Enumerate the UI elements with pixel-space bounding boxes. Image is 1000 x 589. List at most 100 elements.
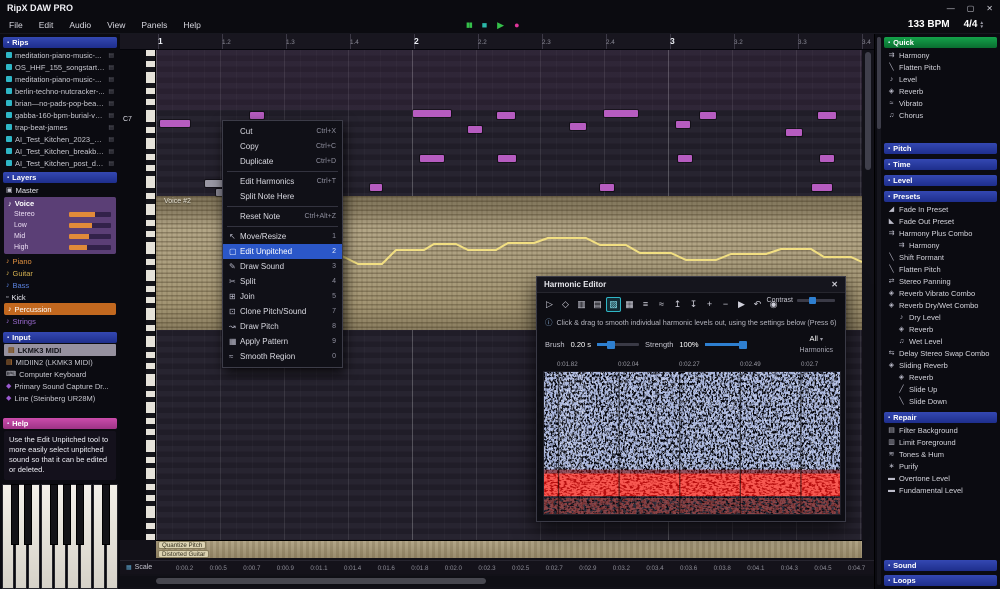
note-block[interactable] xyxy=(700,112,716,119)
repair-item[interactable]: ▬ Overtone Level xyxy=(883,472,998,484)
layer-master[interactable]: ▣ Master xyxy=(2,184,118,196)
harmonic-tool[interactable]: ▥ xyxy=(574,297,589,312)
spin-down-icon[interactable]: ▾ xyxy=(980,25,983,29)
level-slider[interactable] xyxy=(69,212,111,217)
note-block[interactable] xyxy=(413,110,451,117)
time-ruler[interactable]: ▦ Scale 0:00.20:00.50:00.70:00.90:01.10:… xyxy=(120,560,874,574)
note-block[interactable] xyxy=(604,110,638,117)
rip-menu-icon[interactable]: ▤ xyxy=(108,148,114,155)
menu-item[interactable]: Edit xyxy=(39,20,54,30)
harmonic-tool[interactable]: ▨ xyxy=(606,297,621,312)
brush-slider[interactable] xyxy=(597,343,639,346)
note-block[interactable] xyxy=(676,121,690,128)
harmonic-tool[interactable]: ≡ xyxy=(638,297,653,312)
note-block[interactable] xyxy=(812,184,832,191)
layer-item[interactable]: ♪ Percussion xyxy=(4,303,116,315)
pitch-section-header[interactable]: ▪ Pitch xyxy=(884,143,997,154)
note-block[interactable] xyxy=(820,155,834,162)
rip-menu-icon[interactable]: ▤ xyxy=(108,112,114,119)
minimize-button[interactable]: — xyxy=(947,4,955,13)
time-signature-spinner[interactable]: ▴ ▾ xyxy=(980,21,983,29)
preset-item[interactable]: ◈ Reverb xyxy=(883,323,998,335)
preset-item[interactable]: ♪ Dry Level xyxy=(883,311,998,323)
rip-menu-icon[interactable]: ▤ xyxy=(108,88,114,95)
context-menu-item[interactable]: Cut Ctrl+X xyxy=(223,124,342,139)
repair-item[interactable]: ▥ Limit Foreground xyxy=(883,436,998,448)
play-button[interactable]: ▶ xyxy=(497,21,504,30)
preset-item[interactable]: ⇉ Harmony xyxy=(883,239,998,251)
black-key[interactable] xyxy=(76,484,84,545)
quick-effect[interactable]: ╲ Flatten Pitch xyxy=(883,61,998,73)
record-button[interactable]: ● xyxy=(514,21,519,30)
note-block[interactable] xyxy=(370,184,382,191)
layer-item[interactable]: ♪ Piano xyxy=(2,255,118,267)
context-menu-tool[interactable]: ↝ Draw Pitch 8 xyxy=(223,319,342,334)
mini-piano[interactable] xyxy=(2,484,118,589)
quick-effect[interactable]: ♪ Level xyxy=(883,73,998,85)
bpm-value[interactable]: 133 BPM xyxy=(908,19,950,30)
repair-item[interactable]: ∗ Purify xyxy=(883,460,998,472)
distorted-guitar-chip[interactable]: Distorted Guitar xyxy=(158,550,209,558)
note-block[interactable] xyxy=(250,112,264,119)
note-block[interactable] xyxy=(786,129,802,136)
level-slider[interactable] xyxy=(69,234,111,239)
voice-sub-layer[interactable]: Stereo xyxy=(4,209,116,220)
preset-item[interactable]: ⇉ Harmony Plus Combo xyxy=(883,227,998,239)
harmonic-tool[interactable]: ↧ xyxy=(686,297,701,312)
harmonic-editor-titlebar[interactable]: Harmonic Editor ✕ xyxy=(537,277,845,293)
rip-menu-icon[interactable]: ▤ xyxy=(108,160,114,167)
harmonic-tool[interactable]: ▷ xyxy=(542,297,557,312)
menu-item[interactable]: Audio xyxy=(69,20,91,30)
maximize-button[interactable]: ▢ xyxy=(967,4,975,13)
right-scrollbar[interactable] xyxy=(877,37,881,585)
repair-item[interactable]: ▤ Filter Background xyxy=(883,424,998,436)
quick-effect[interactable]: ♫ Chorus xyxy=(883,109,998,121)
note-block[interactable] xyxy=(570,123,586,130)
harmonic-tool[interactable]: ≈ xyxy=(654,297,669,312)
repair-item[interactable]: ▬ Fundamental Level xyxy=(883,484,998,496)
vertical-scrollbar-thumb[interactable] xyxy=(865,52,871,170)
layer-item[interactable]: ▫ Kick xyxy=(2,291,118,303)
rip-item[interactable]: brian—no-pads-pop-beats-... ▤ xyxy=(2,97,118,109)
black-key[interactable] xyxy=(63,484,71,545)
voice-sub-layer[interactable]: Low xyxy=(4,220,116,231)
note-block[interactable] xyxy=(160,120,190,127)
note-block[interactable] xyxy=(497,112,515,119)
close-icon[interactable]: ✕ xyxy=(831,280,838,289)
strength-slider[interactable] xyxy=(705,343,747,346)
harmonic-tool[interactable]: ◇ xyxy=(558,297,573,312)
context-menu-tool[interactable]: ≈ Smooth Region 0 xyxy=(223,349,342,364)
strength-value[interactable]: 100% xyxy=(679,340,698,349)
loops-section-header[interactable]: ▪ Loops xyxy=(884,575,997,586)
input-device[interactable]: ▤ LKMK3 MIDI xyxy=(4,344,116,356)
harmonic-tool[interactable]: ▤ xyxy=(590,297,605,312)
menu-item[interactable]: Help xyxy=(183,20,200,30)
level-slider[interactable] xyxy=(69,245,111,250)
harmonic-tool[interactable]: ▦ xyxy=(622,297,637,312)
menu-item[interactable]: File xyxy=(9,20,23,30)
region-chip-bar[interactable]: Quantize Pitch Distorted Guitar xyxy=(156,540,862,558)
voice-sub-layer[interactable]: High xyxy=(4,242,116,253)
rip-item[interactable]: trap-beat-james ▤ xyxy=(2,121,118,133)
note-block[interactable] xyxy=(600,184,614,191)
presets-section-header[interactable]: ▪ Presets xyxy=(884,191,997,202)
voice-layer-header[interactable]: ♪ Voice xyxy=(4,198,116,209)
rip-menu-icon[interactable]: ▤ xyxy=(108,124,114,131)
rip-menu-icon[interactable]: ▤ xyxy=(108,136,114,143)
black-key[interactable] xyxy=(102,484,110,545)
preset-item[interactable]: ◈ Reverb Vibrato Combo xyxy=(883,287,998,299)
context-menu-tool[interactable]: ⊞ Join 5 xyxy=(223,289,342,304)
black-key[interactable] xyxy=(24,484,32,545)
harmonic-tool[interactable]: ↶ xyxy=(750,297,765,312)
voice-sub-layer[interactable]: Mid xyxy=(4,231,116,242)
black-key[interactable] xyxy=(11,484,19,545)
rip-item[interactable]: OS_HHF_155_songstarter-... ▤ xyxy=(2,61,118,73)
context-menu-tool[interactable]: ▢ Edit Unpitched 2 xyxy=(223,244,342,259)
harmonic-tool[interactable]: + xyxy=(702,297,717,312)
note-block[interactable] xyxy=(468,126,482,133)
rip-menu-icon[interactable]: ▤ xyxy=(108,76,114,83)
menu-item[interactable]: Panels xyxy=(141,20,167,30)
repair-item[interactable]: ≋ Tones & Hum xyxy=(883,448,998,460)
metronome-button[interactable]: ▮▮ xyxy=(466,22,472,29)
repair-section-header[interactable]: ▪ Repair xyxy=(884,412,997,423)
